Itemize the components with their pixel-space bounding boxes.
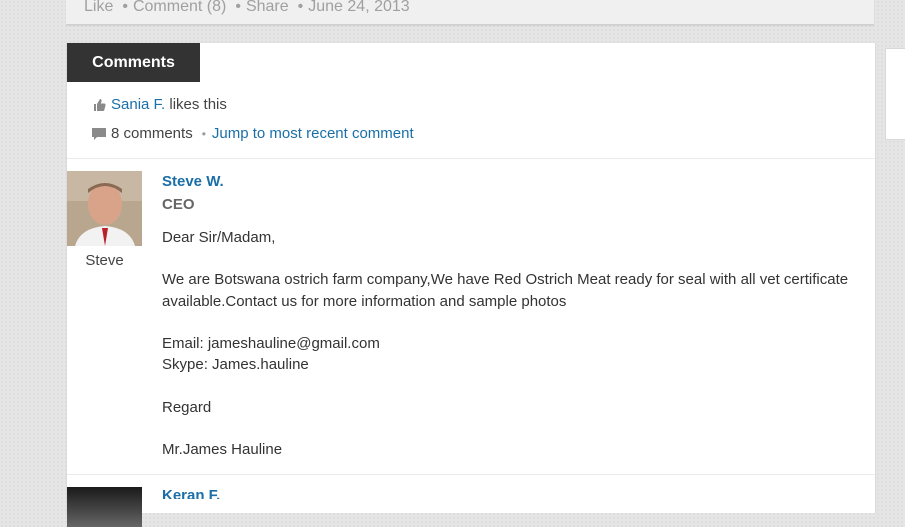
post-date: June 24, 2013: [308, 0, 410, 15]
author-role: CEO: [162, 196, 195, 213]
comment-paragraph: We are Botswana ostrich farm company,We …: [162, 271, 849, 310]
likes-row: Sania F. likes this: [91, 96, 227, 113]
comments-count-row: 8 comments • Jump to most recent comment: [91, 125, 414, 142]
comment-author[interactable]: Steve W.: [162, 173, 224, 190]
separator-dot: •: [201, 126, 206, 141]
share-link[interactable]: Share: [246, 0, 289, 15]
like-link[interactable]: Like: [84, 0, 113, 15]
comment-signature: Mr.James Hauline: [162, 441, 283, 458]
comment-skype: Skype: James.hauline: [162, 356, 309, 373]
comment-regard: Regard: [162, 399, 212, 416]
comments-card: Comments Sania F. likes this 8 comments …: [66, 43, 876, 527]
comment-salutation: Dear Sir/Madam,: [162, 229, 276, 246]
speech-bubble-icon: [91, 126, 107, 142]
avatar[interactable]: [67, 171, 142, 246]
liker-link[interactable]: Sania F.: [111, 96, 165, 113]
likes-text: likes this: [169, 96, 227, 113]
divider: [67, 474, 875, 475]
divider: [67, 158, 875, 159]
post-action-bar: Like • Comment (8) • Share • June 24, 2013: [66, 0, 874, 25]
comment-email: Email: jameshauline@gmail.com: [162, 335, 380, 352]
comment-count: 8 comments: [111, 125, 193, 142]
jump-to-recent-link[interactable]: Jump to most recent comment: [212, 125, 414, 142]
post-actions: Like • Comment (8) • Share • June 24, 2013: [84, 0, 410, 15]
thumbs-up-icon: [91, 97, 107, 113]
avatar[interactable]: [67, 487, 142, 527]
comments-tab[interactable]: Comments: [67, 43, 200, 82]
comment-link[interactable]: Comment (8): [133, 0, 226, 15]
right-side-panel: [885, 48, 905, 140]
comment-author[interactable]: Keran F.: [162, 487, 220, 499]
avatar-name: Steve: [85, 252, 124, 269]
